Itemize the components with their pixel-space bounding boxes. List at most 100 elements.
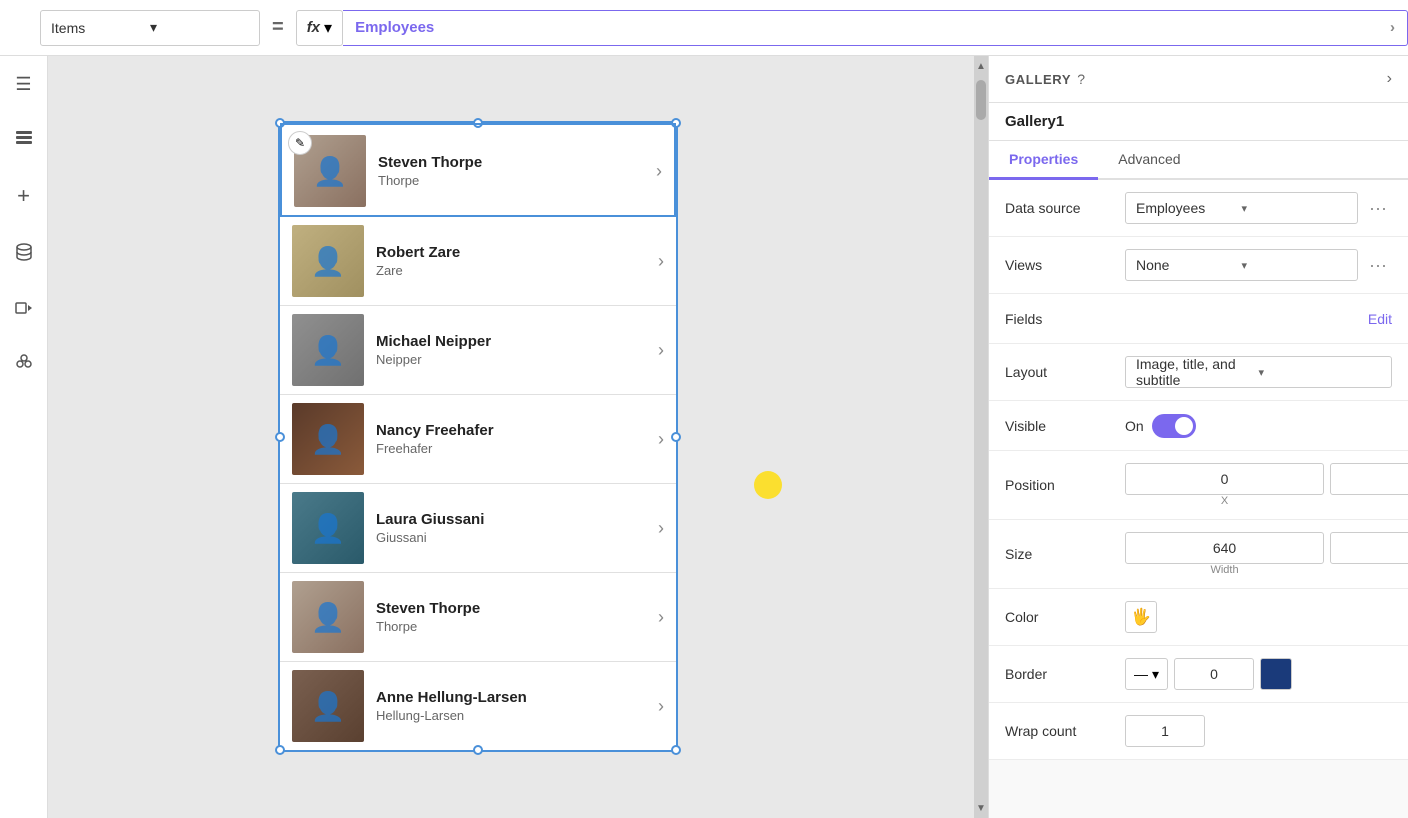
item-name-3: Michael Neipper bbox=[376, 333, 658, 350]
prop-data-source: Data source Employees ▾ ··· bbox=[989, 180, 1408, 237]
position-y-input[interactable] bbox=[1330, 463, 1408, 495]
avatar-6: 👤 bbox=[292, 581, 364, 653]
gallery-item-7[interactable]: 👤 Anne Hellung-Larsen Hellung-Larsen › bbox=[280, 662, 676, 750]
color-swatch[interactable]: 🖐 bbox=[1125, 601, 1157, 633]
item-name-2: Robert Zare bbox=[376, 244, 658, 261]
size-height-label: Height bbox=[1330, 564, 1408, 576]
canvas-scrollbar[interactable]: ▲ ▼ bbox=[974, 56, 988, 818]
scroll-down-icon[interactable]: ▼ bbox=[974, 798, 988, 818]
layout-dropdown[interactable]: Image, title, and subtitle ▾ bbox=[1125, 356, 1392, 388]
border-value: — ▾ bbox=[1125, 658, 1392, 690]
gallery-item-2[interactable]: 👤 Robert Zare Zare › bbox=[280, 217, 676, 306]
border-line-icon: — bbox=[1134, 666, 1148, 682]
size-height-input[interactable] bbox=[1330, 532, 1408, 564]
size-pair-inputs bbox=[1125, 532, 1408, 564]
visible-label: Visible bbox=[1005, 418, 1125, 434]
views-dropdown[interactable]: None ▾ bbox=[1125, 249, 1358, 281]
layout-value: Image, title, and subtitle ▾ bbox=[1125, 356, 1392, 388]
visible-toggle-switch[interactable] bbox=[1152, 414, 1196, 438]
item-info-2: Robert Zare Zare bbox=[376, 244, 658, 278]
items-dropdown[interactable]: Items ▾ bbox=[40, 10, 260, 46]
color-label: Color bbox=[1005, 609, 1125, 625]
wrap-count-input[interactable] bbox=[1125, 715, 1205, 747]
color-value: 🖐 bbox=[1125, 601, 1392, 633]
position-x-input[interactable] bbox=[1125, 463, 1324, 495]
panel-expand-icon[interactable]: › bbox=[1387, 70, 1392, 88]
color-palette-icon: 🖐 bbox=[1131, 607, 1151, 627]
item-name-4: Nancy Freehafer bbox=[376, 422, 658, 439]
item-sub-7: Hellung-Larsen bbox=[376, 708, 658, 723]
help-icon[interactable]: ? bbox=[1077, 71, 1085, 87]
canvas-area: ▲ ▼ ✎ 👤 Steven Thorpe bbox=[48, 56, 988, 818]
fx-text: fx bbox=[307, 19, 320, 36]
item-sub-2: Zare bbox=[376, 263, 658, 278]
gallery-item-1[interactable]: ✎ 👤 Steven Thorpe Thorpe › bbox=[280, 123, 676, 217]
position-y-label: Y bbox=[1330, 495, 1408, 507]
views-more-icon[interactable]: ··· bbox=[1364, 251, 1392, 279]
tab-advanced[interactable]: Advanced bbox=[1098, 141, 1200, 180]
tools-icon[interactable] bbox=[6, 346, 42, 382]
formula-bar[interactable]: Employees › bbox=[343, 10, 1408, 46]
gallery-item-4[interactable]: 👤 Nancy Freehafer Freehafer › bbox=[280, 395, 676, 484]
visible-value: On bbox=[1125, 414, 1392, 438]
position-inputs: X Y bbox=[1125, 463, 1408, 507]
border-color-swatch[interactable] bbox=[1260, 658, 1292, 690]
item-chevron-4: › bbox=[658, 429, 664, 450]
layout-dropdown-text: Image, title, and subtitle bbox=[1136, 356, 1259, 388]
item-info-7: Anne Hellung-Larsen Hellung-Larsen bbox=[376, 689, 658, 723]
fields-edit-link[interactable]: Edit bbox=[1368, 311, 1392, 327]
prop-views: Views None ▾ ··· bbox=[989, 237, 1408, 294]
item-sub-1: Thorpe bbox=[378, 173, 656, 188]
item-info-5: Laura Giussani Giussani bbox=[376, 511, 658, 545]
items-dropdown-label: Items bbox=[51, 20, 150, 36]
views-chevron-icon: ▾ bbox=[1242, 259, 1348, 272]
avatar-3: 👤 bbox=[292, 314, 364, 386]
item-info-3: Michael Neipper Neipper bbox=[376, 333, 658, 367]
visible-toggle-label: On bbox=[1125, 418, 1144, 434]
avatar-7: 👤 bbox=[292, 670, 364, 742]
layers-icon[interactable] bbox=[6, 122, 42, 158]
views-value: None ▾ ··· bbox=[1125, 249, 1392, 281]
prop-position: Position X Y bbox=[989, 451, 1408, 520]
data-source-dropdown[interactable]: Employees ▾ bbox=[1125, 192, 1358, 224]
size-value: Width Height bbox=[1125, 532, 1408, 576]
edit-icon[interactable]: ✎ bbox=[288, 131, 312, 155]
avatar-2: 👤 bbox=[292, 225, 364, 297]
item-sub-4: Freehafer bbox=[376, 441, 658, 456]
add-icon[interactable]: + bbox=[6, 178, 42, 214]
fx-button[interactable]: fx ▾ bbox=[296, 10, 343, 46]
item-chevron-5: › bbox=[658, 518, 664, 539]
panel-body: Data source Employees ▾ ··· Views None ▾ bbox=[989, 180, 1408, 818]
panel-gallery-name: Gallery1 bbox=[989, 103, 1408, 141]
border-style-chevron-icon: ▾ bbox=[1152, 666, 1159, 683]
item-info-4: Nancy Freehafer Freehafer bbox=[376, 422, 658, 456]
panel-header: GALLERY ? › bbox=[989, 56, 1408, 103]
menu-icon[interactable]: ☰ bbox=[6, 66, 42, 102]
border-style-dropdown[interactable]: — ▾ bbox=[1125, 658, 1168, 690]
prop-color: Color 🖐 bbox=[989, 589, 1408, 646]
panel-title: GALLERY bbox=[1005, 72, 1071, 87]
tab-properties[interactable]: Properties bbox=[989, 141, 1098, 180]
database-icon[interactable] bbox=[6, 234, 42, 270]
avatar-4: 👤 bbox=[292, 403, 364, 475]
gallery-item-5[interactable]: 👤 Laura Giussani Giussani › bbox=[280, 484, 676, 573]
cursor bbox=[754, 471, 782, 499]
media-icon[interactable] bbox=[6, 290, 42, 326]
left-sidebar: ☰ + bbox=[0, 56, 48, 818]
size-width-input[interactable] bbox=[1125, 532, 1324, 564]
item-chevron-1: › bbox=[656, 161, 662, 182]
scroll-thumb[interactable] bbox=[976, 80, 986, 120]
data-source-more-icon[interactable]: ··· bbox=[1364, 194, 1392, 222]
item-chevron-7: › bbox=[658, 696, 664, 717]
main-area: ☰ + bbox=[0, 56, 1408, 818]
item-sub-6: Thorpe bbox=[376, 619, 658, 634]
item-sub-5: Giussani bbox=[376, 530, 658, 545]
scroll-up-icon[interactable]: ▲ bbox=[974, 56, 988, 76]
border-width-input[interactable] bbox=[1174, 658, 1254, 690]
size-inputs: Width Height bbox=[1125, 532, 1408, 576]
gallery-item-6[interactable]: 👤 Steven Thorpe Thorpe › bbox=[280, 573, 676, 662]
position-pair-inputs bbox=[1125, 463, 1408, 495]
gallery-item-3[interactable]: 👤 Michael Neipper Neipper › bbox=[280, 306, 676, 395]
item-info-6: Steven Thorpe Thorpe bbox=[376, 600, 658, 634]
visible-toggle-group: On bbox=[1125, 414, 1196, 438]
